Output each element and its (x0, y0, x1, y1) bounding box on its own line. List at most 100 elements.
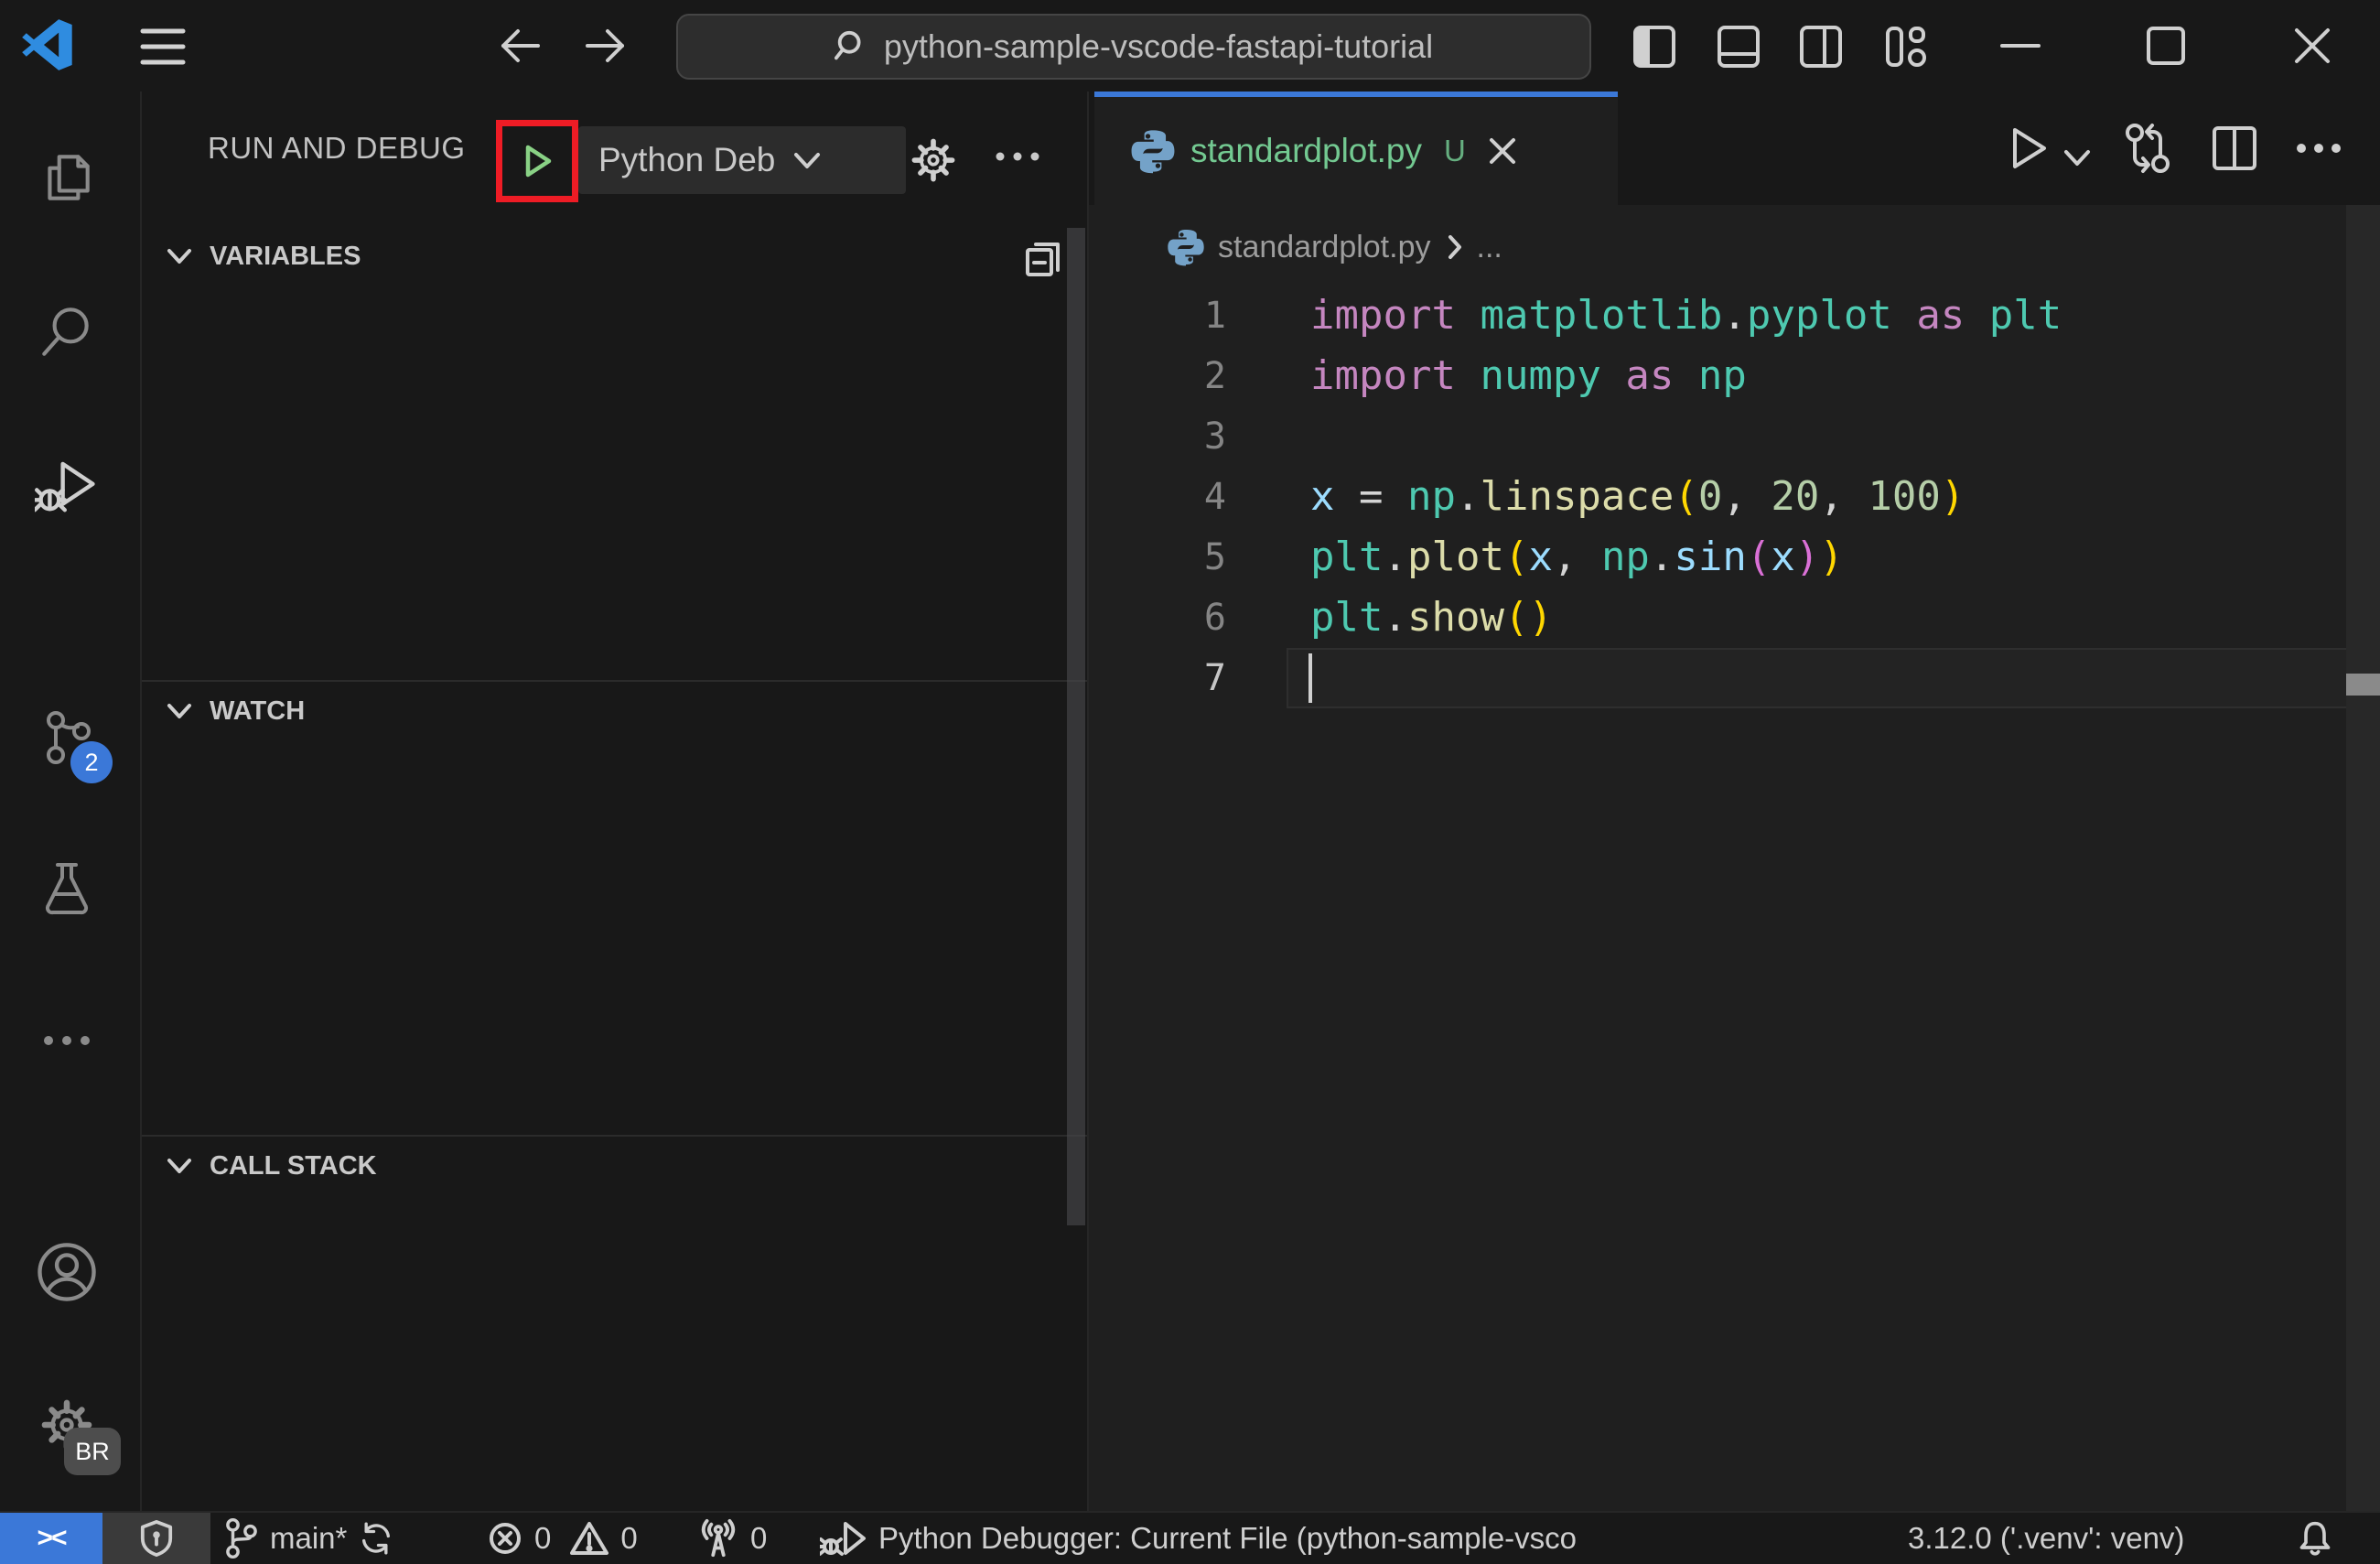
code-area[interactable]: 1 import matplotlib.pyplot as plt 2 import … (1089, 286, 2380, 708)
account-icon[interactable] (31, 1236, 102, 1308)
git-branch-status[interactable]: main* (224, 1513, 394, 1564)
scrollbar-thumb[interactable] (2346, 674, 2380, 696)
breadcrumbs[interactable]: standardplot.py ... (1089, 205, 2380, 289)
sidebar-scrollbar[interactable] (1067, 228, 1085, 1225)
line-number: 4 (1203, 476, 1226, 518)
line-number: 3 (1203, 415, 1226, 458)
settings-gear-icon[interactable]: BR (31, 1389, 121, 1475)
chevron-down-icon (792, 149, 823, 171)
section-watch[interactable]: WATCH (142, 683, 1087, 739)
line-number: 2 (1203, 355, 1226, 397)
breadcrumb-symbol[interactable]: ... (1477, 230, 1502, 265)
views-more-actions-icon[interactable] (992, 148, 1043, 165)
activity-bar: 2 BR (0, 92, 142, 1511)
code-line[interactable]: 1 import matplotlib.pyplot as plt (1089, 286, 2380, 346)
sidebar-item-source-control[interactable]: 2 (31, 701, 113, 783)
collapse-all-icon[interactable] (1023, 239, 1063, 279)
section-label: VARIABLES (210, 241, 361, 271)
search-icon (834, 29, 869, 64)
code-line[interactable]: 5 plt.plot(x, np.sin(x)) (1089, 527, 2380, 588)
tab-standardplot[interactable]: standardplot.py U (1094, 92, 1618, 205)
text-cursor (1308, 653, 1312, 703)
chevron-right-icon (1446, 233, 1464, 261)
layout-panel-icon[interactable] (1716, 24, 1761, 70)
compare-changes-icon[interactable] (2121, 121, 2174, 176)
debug-config-dropdown[interactable]: Python Deb (578, 126, 906, 194)
arrow-forward-icon[interactable] (580, 20, 631, 71)
code-line[interactable]: 2 import numpy as np (1089, 346, 2380, 406)
menu-icon[interactable] (139, 26, 187, 68)
code-line[interactable]: 6 plt.show() (1089, 588, 2380, 648)
sidebar-item-testing[interactable] (31, 853, 102, 924)
python-file-icon (1130, 128, 1176, 174)
section-call-stack[interactable]: CALL STACK (142, 1138, 1087, 1194)
profile-badge: BR (64, 1428, 121, 1475)
arrow-back-icon[interactable] (494, 20, 545, 71)
python-file-icon (1167, 228, 1205, 266)
editor-group: standardplot.py U standardplot.py ... 1 … (1089, 92, 2380, 1511)
radio-tower-icon (701, 1518, 736, 1558)
section-variables[interactable]: VARIABLES (142, 228, 1087, 285)
ports-status[interactable]: 0 (697, 1513, 767, 1564)
code-text: plt.show() (1310, 594, 1553, 641)
minimize-icon[interactable] (2000, 42, 2041, 49)
code-line[interactable]: 7 (1089, 648, 2380, 708)
files-icon (48, 155, 90, 200)
section-divider (142, 680, 1087, 682)
remote-indicator[interactable]: >< (0, 1513, 102, 1564)
command-center-search[interactable]: python-sample-vscode-fastapi-tutorial (676, 14, 1591, 80)
problems-status[interactable]: 0 0 (487, 1513, 638, 1564)
section-label: CALL STACK (210, 1150, 377, 1181)
sync-icon (362, 1522, 391, 1555)
code-line[interactable]: 3 (1089, 406, 2380, 467)
chevron-down-icon (166, 1156, 193, 1176)
sidebar-item-explorer[interactable] (31, 144, 102, 215)
maximize-icon[interactable] (2145, 25, 2187, 67)
chevron-down-icon (166, 701, 193, 721)
warning-count: 0 (620, 1521, 638, 1555)
git-branch-icon (226, 1517, 257, 1559)
line-number: 6 (1203, 597, 1226, 639)
more-views-icon[interactable] (31, 1005, 102, 1076)
editor-scrollbar[interactable] (2346, 205, 2380, 1511)
layout-customize-icon[interactable] (1883, 24, 1929, 70)
close-icon[interactable] (2291, 25, 2333, 67)
sidebar-item-run-and-debug[interactable] (31, 450, 102, 522)
tab-bar: standardplot.py U (1089, 92, 2380, 205)
code-text: import numpy as np (1310, 352, 1747, 399)
sidebar-item-search[interactable] (31, 296, 102, 367)
debug-start-highlight (496, 120, 578, 202)
editor-more-actions-icon[interactable] (2293, 140, 2344, 156)
split-editor-icon[interactable] (2211, 124, 2258, 172)
run-options-chevron-icon[interactable] (2062, 148, 2092, 168)
debug-start-button[interactable] (516, 140, 558, 182)
debug-settings-gear-icon[interactable] (906, 133, 961, 188)
tab-label: standardplot.py (1190, 132, 1423, 169)
breadcrumb-file[interactable]: standardplot.py (1218, 230, 1431, 265)
remote-icon: >< (37, 1523, 67, 1553)
line-number: 5 (1203, 536, 1226, 578)
shield-icon (140, 1520, 173, 1557)
layout-sidebar-right-icon[interactable] (1798, 24, 1844, 70)
branch-name: main* (270, 1521, 348, 1555)
python-interpreter-status[interactable]: 3.12.0 ('.venv': venv) (1908, 1513, 2184, 1564)
error-count: 0 (534, 1521, 552, 1555)
bell-icon (2299, 1521, 2331, 1556)
tab-close-icon[interactable] (1486, 135, 1519, 167)
section-label: WATCH (210, 696, 306, 726)
notifications-bell[interactable] (2297, 1513, 2333, 1564)
error-icon (490, 1523, 521, 1554)
search-icon (42, 307, 89, 356)
debugger-status[interactable]: Python Debugger: Current File (python-sa… (820, 1513, 1748, 1564)
debugger-label: Python Debugger: Current File (python-sa… (878, 1521, 1578, 1555)
code-line[interactable]: 4 x = np.linspace(0, 20, 100) (1089, 467, 2380, 527)
current-line-highlight (1287, 648, 2380, 708)
python-version: 3.12.0 ('.venv': venv) (1908, 1521, 2185, 1555)
code-text: plt.plot(x, np.sin(x)) (1310, 534, 1844, 580)
workspace-trust-badge[interactable] (102, 1513, 210, 1564)
run-python-file-icon[interactable] (2004, 123, 2052, 174)
status-bar: >< main* 0 0 0 Python Debugger: Current … (0, 1511, 2380, 1564)
line-number: 7 (1203, 657, 1226, 699)
layout-sidebar-icon[interactable] (1632, 24, 1677, 70)
run-and-debug-sidebar: RUN AND DEBUG Python Deb VARIABLES WATCH… (142, 92, 1089, 1511)
